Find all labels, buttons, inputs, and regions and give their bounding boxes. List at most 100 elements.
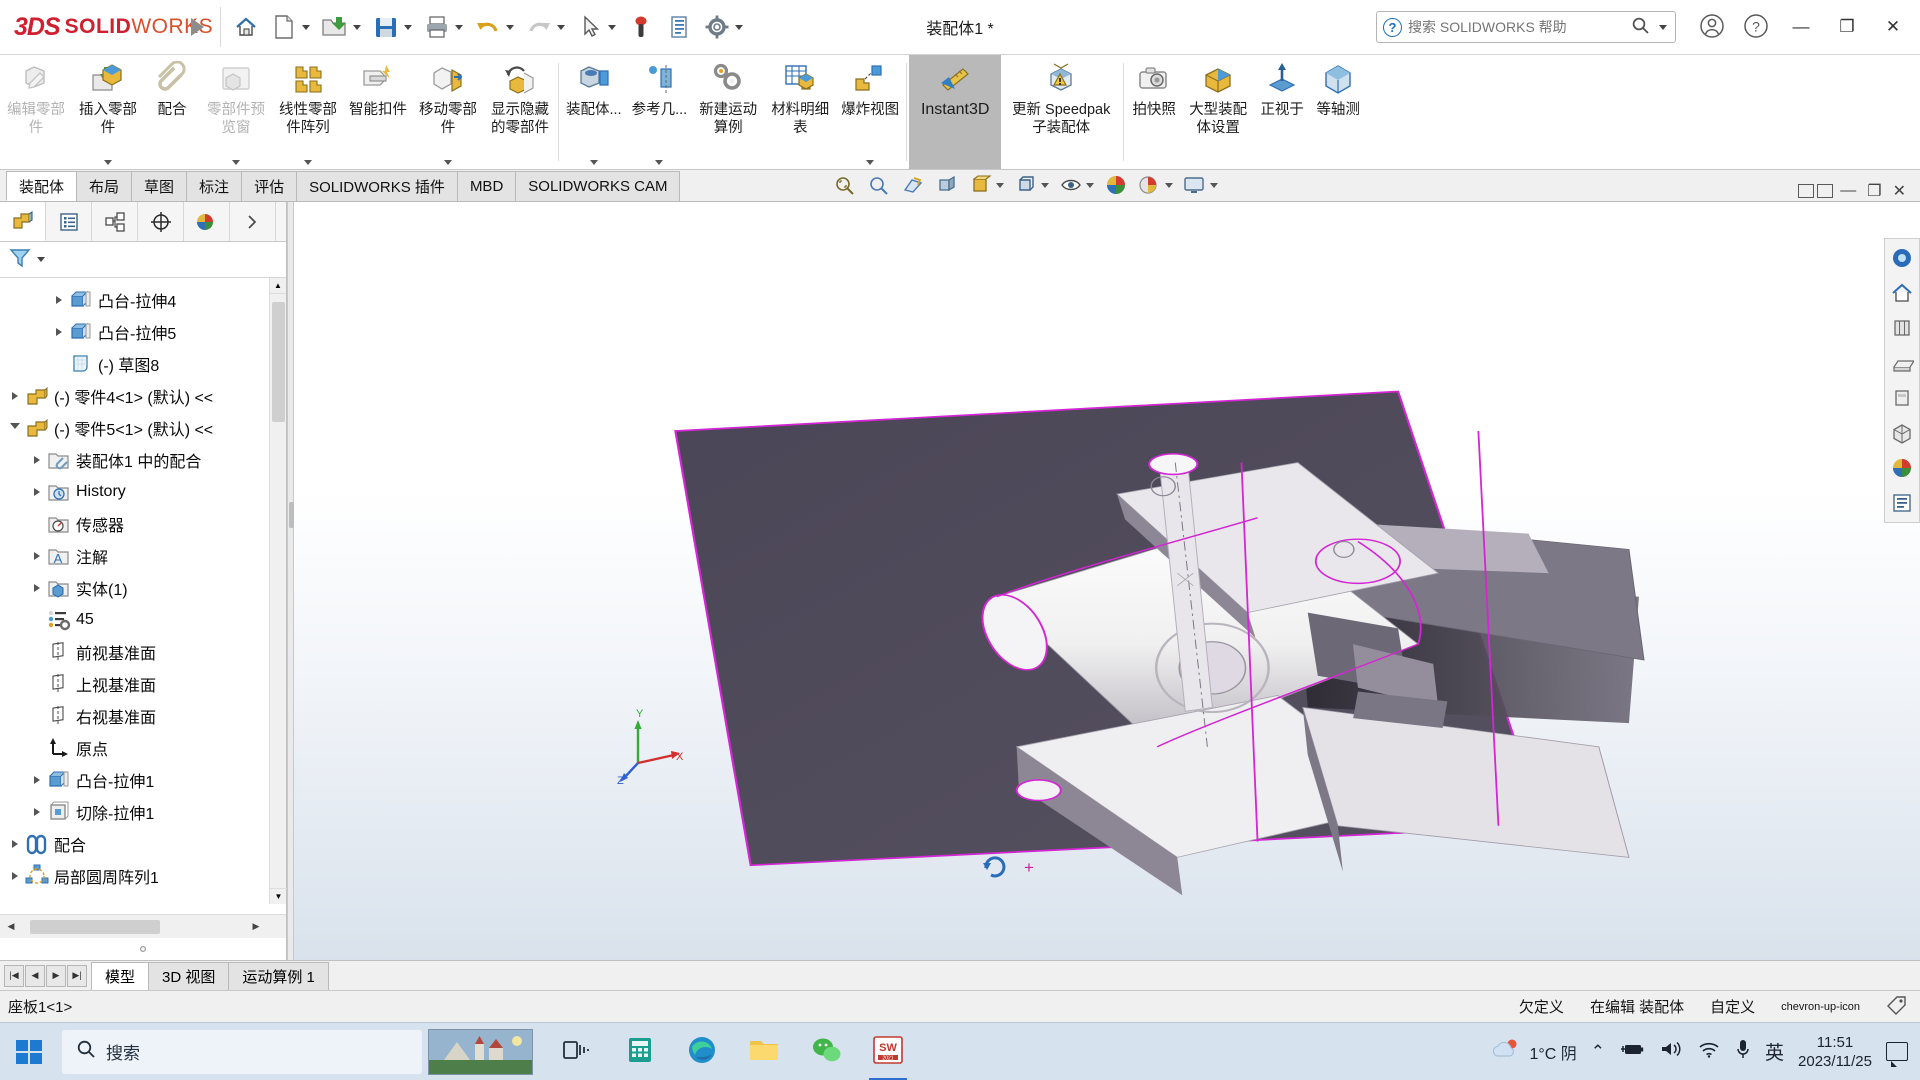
close-icon[interactable]: ✕ — [1889, 181, 1910, 201]
ribbon-command-6[interactable]: 智能扣件 — [344, 55, 412, 169]
document-tab-2[interactable]: 3D 视图 — [148, 961, 230, 991]
maximize-icon[interactable]: ❐ — [1863, 181, 1885, 201]
previous-view-icon[interactable] — [897, 170, 929, 200]
save-button[interactable] — [367, 5, 418, 49]
display-manager-tab[interactable] — [184, 202, 230, 241]
tree-horizontal-scrollbar[interactable]: ◀ ▶ — [0, 914, 286, 938]
ribbon-command-9[interactable]: 装配体... — [561, 55, 627, 169]
tray-expand-chevron-icon[interactable]: ⌃ — [1591, 1042, 1605, 1062]
display-manager-icon[interactable] — [1887, 488, 1917, 518]
search-icon[interactable] — [1631, 16, 1650, 38]
status-custom[interactable]: 自定义 — [1710, 996, 1755, 1017]
front-view-icon[interactable] — [1887, 313, 1917, 343]
tab-2[interactable]: 布局 — [76, 171, 133, 201]
tab-8[interactable]: SOLIDWORKS CAM — [515, 171, 681, 201]
tree-item[interactable]: (-) 零件4<1> (默认) << — [0, 380, 286, 412]
view-settings-icon[interactable] — [1179, 170, 1211, 200]
ribbon-command-18[interactable]: 正视于 — [1254, 55, 1310, 169]
select-button[interactable] — [571, 5, 622, 49]
account-button[interactable] — [1690, 4, 1734, 50]
ribbon-command-8[interactable]: 显示隐藏的零部件 — [484, 55, 556, 169]
tree-item[interactable]: 上视基准面 — [0, 668, 286, 700]
tree-expand-arrow[interactable] — [28, 584, 46, 592]
chevron-down-icon[interactable] — [232, 160, 240, 165]
zoom-area-icon[interactable] — [863, 170, 895, 200]
chevron-down-icon[interactable] — [455, 24, 463, 30]
isometric-view-icon[interactable] — [1887, 418, 1917, 448]
property-manager-tab[interactable] — [46, 202, 92, 241]
panel-resize-handle[interactable] — [0, 938, 286, 960]
document-tab-1[interactable]: 模型 — [91, 961, 150, 991]
tree-expand-arrow[interactable] — [28, 456, 46, 464]
tree-expand-arrow[interactable] — [6, 392, 24, 400]
chevron-down-icon[interactable] — [608, 24, 616, 30]
ribbon-command-19[interactable]: 等轴测 — [1310, 55, 1366, 169]
file-properties-button[interactable] — [660, 5, 698, 49]
tree-item[interactable]: 右视基准面 — [0, 700, 286, 732]
ribbon-command-13[interactable]: 爆炸视图 — [836, 55, 904, 169]
feature-tree-tab[interactable] — [0, 202, 46, 241]
tree-item[interactable]: 局部圆周阵列1 — [0, 860, 286, 892]
ribbon-command-10[interactable]: 参考几... — [627, 55, 693, 169]
chevron-down-icon[interactable] — [589, 160, 598, 165]
rebuild-button[interactable] — [622, 5, 660, 49]
microphone-icon[interactable] — [1735, 1038, 1751, 1065]
news-weather-thumbnail[interactable] — [428, 1028, 533, 1075]
chevron-down-icon[interactable] — [506, 24, 514, 30]
minimize-icon[interactable]: — — [1836, 182, 1860, 200]
taskbar-button-2[interactable] — [609, 1023, 671, 1080]
taskbar-button-3[interactable] — [671, 1023, 733, 1080]
options-button[interactable] — [698, 5, 749, 49]
tree-item[interactable]: 装配体1 中的配合 — [0, 444, 286, 476]
tree-item[interactable]: 原点 — [0, 732, 286, 764]
tree-item[interactable]: 前视基准面 — [0, 636, 286, 668]
top-view-icon[interactable] — [1887, 348, 1917, 378]
right-view-icon[interactable] — [1887, 383, 1917, 413]
edit-appearance-icon[interactable] — [1100, 170, 1132, 200]
tree-vertical-scrollbar[interactable]: ▲ ▼ — [269, 278, 287, 904]
chevron-down-icon[interactable] — [37, 257, 45, 262]
zoom-to-fit-icon[interactable] — [829, 170, 861, 200]
appearance-sphere-icon[interactable] — [1887, 453, 1917, 483]
undo-button[interactable] — [469, 5, 520, 49]
help-search-box[interactable]: ? — [1376, 11, 1676, 43]
tree-item[interactable]: 配合 — [0, 828, 286, 860]
tree-item[interactable]: 实体(1) — [0, 572, 286, 604]
feature-tree[interactable]: 凸台-拉伸4 凸台-拉伸5 (-) 草图8 (-) 零件4<1> (默认) << (-)… — [0, 278, 286, 914]
chevron-down-icon[interactable] — [304, 160, 312, 165]
ribbon-command-11[interactable]: 新建运动算例 — [692, 55, 764, 169]
home-view-icon[interactable] — [1887, 278, 1917, 308]
chevron-down-icon[interactable] — [557, 24, 565, 30]
restore-down-icon[interactable] — [1798, 184, 1815, 198]
model-3d-view[interactable] — [294, 202, 1920, 960]
tree-expand-arrow[interactable] — [6, 872, 24, 880]
tree-expand-arrow[interactable] — [28, 552, 46, 560]
expand-panel-tab[interactable] — [230, 202, 276, 241]
ime-indicator[interactable]: 英 — [1765, 1038, 1784, 1065]
chevron-down-icon[interactable] — [1210, 182, 1219, 188]
taskbar-clock[interactable]: 11:51 2023/11/25 — [1798, 1033, 1872, 1071]
volume-icon[interactable] — [1659, 1039, 1683, 1064]
ribbon-command-14[interactable]: Instant3D — [909, 55, 1002, 169]
tab-6[interactable]: SOLIDWORKS 插件 — [296, 171, 458, 201]
panel-splitter[interactable] — [287, 202, 294, 960]
ribbon-command-16[interactable]: 拍快照 — [1126, 55, 1182, 169]
tree-item[interactable]: 切除-拉伸1 — [0, 796, 286, 828]
view-selector-icon[interactable] — [1887, 243, 1917, 273]
view-orientation-icon[interactable] — [965, 170, 997, 200]
scroll-thumb[interactable] — [30, 919, 160, 934]
document-tab-3[interactable]: 运动算例 1 — [228, 961, 329, 991]
open-button[interactable] — [316, 5, 367, 49]
tree-expand-arrow[interactable] — [6, 840, 24, 848]
tab-1[interactable]: 装配体 — [6, 171, 78, 201]
apply-scene-icon[interactable] — [1134, 170, 1166, 200]
chevron-down-icon[interactable] — [1086, 182, 1095, 188]
battery-charging-icon[interactable] — [1619, 1039, 1645, 1064]
ribbon-command-7[interactable]: 移动零部件 — [412, 55, 484, 169]
tree-item[interactable]: A 注解 — [0, 540, 286, 572]
search-input[interactable] — [1408, 19, 1625, 35]
chevron-down-icon[interactable] — [353, 24, 361, 30]
new-document-button[interactable] — [265, 5, 316, 49]
redo-button[interactable] — [520, 5, 571, 49]
tree-item[interactable]: 凸台-拉伸4 — [0, 284, 286, 316]
